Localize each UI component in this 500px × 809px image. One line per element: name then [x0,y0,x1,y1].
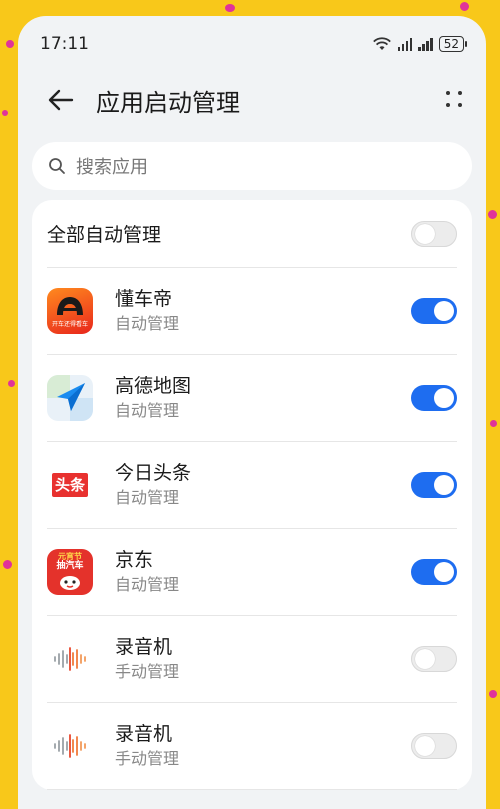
decor-dot [3,560,12,569]
decor-dot [460,2,469,11]
wifi-icon [372,37,391,50]
search-input[interactable]: 搜索应用 [32,142,472,190]
app-auto-manage-toggle[interactable] [411,298,457,324]
app-row[interactable]: 开车还得看车 懂车帝 自动管理 [47,268,457,355]
app-auto-manage-toggle[interactable] [411,733,457,759]
decor-dot [490,420,497,427]
app-manage-mode: 自动管理 [115,401,180,420]
recorder-icon [47,636,93,682]
back-arrow-icon[interactable] [46,85,76,115]
toutiao-icon: 头条 [47,462,93,508]
app-manage-mode: 手动管理 [115,662,180,681]
status-icons: 52 [372,36,468,52]
app-list-card: 全部自动管理 开车还得看车 懂车帝 自动管理 高德地图 自动管理 头条 今日头条… [32,200,472,790]
all-auto-manage-label: 全部自动管理 [47,224,162,246]
app-row[interactable]: 录音机 手动管理 [47,703,457,790]
app-row[interactable]: 元宵节 抽汽车 京东 自动管理 [47,529,457,616]
status-time: 17:11 [40,34,89,54]
app-auto-manage-toggle[interactable] [411,646,457,672]
app-name: 录音机 [115,723,173,745]
dongchedi-icon: 开车还得看车 [47,288,93,334]
app-row[interactable]: 高德地图 自动管理 [47,355,457,442]
phone-screen: 17:11 52 应用启动管理 搜索应用 全部自动管理 开车还得看车 懂车帝 自… [18,16,486,809]
app-auto-manage-toggle[interactable] [411,385,457,411]
amap-icon [47,375,93,421]
app-name: 京东 [115,549,154,571]
decor-dot [2,110,8,116]
search-placeholder: 搜索应用 [76,157,148,178]
app-manage-mode: 自动管理 [115,314,180,333]
more-options-icon[interactable] [440,85,470,115]
app-row[interactable]: 头条 今日头条 自动管理 [47,442,457,529]
jd-icon: 元宵节 抽汽车 [47,549,93,595]
app-name: 懂车帝 [115,288,173,310]
app-name: 高德地图 [115,375,192,397]
app-name: 今日头条 [115,462,192,484]
decor-dot [8,380,15,387]
dongchedi-icon-caption: 开车还得看车 [51,320,88,328]
jd-icon-text-mid: 抽汽车 [56,561,84,571]
all-auto-manage-toggle[interactable] [411,220,457,247]
app-manage-mode: 手动管理 [115,749,180,768]
app-manage-mode: 自动管理 [115,575,180,594]
status-bar: 17:11 52 [18,16,486,72]
decor-dot [489,690,497,698]
app-row[interactable]: 录音机 手动管理 [47,616,457,703]
decor-dot [6,40,14,48]
search-icon [49,158,65,174]
toutiao-icon-text: 头条 [51,473,88,497]
signal-icon [397,37,413,51]
jd-icon-text-top: 元宵节 [58,552,82,561]
decor-dot [225,4,235,12]
app-auto-manage-toggle[interactable] [411,559,457,585]
signal-icon [418,37,433,51]
battery-indicator: 52 [438,36,468,52]
decor-dot [488,210,497,219]
app-manage-mode: 自动管理 [115,488,180,507]
page-title: 应用启动管理 [96,88,240,117]
all-auto-manage-row[interactable]: 全部自动管理 [47,200,457,268]
app-name: 录音机 [115,636,173,658]
recorder-icon [47,723,93,769]
title-bar: 应用启动管理 [18,72,486,128]
app-auto-manage-toggle[interactable] [411,472,457,498]
